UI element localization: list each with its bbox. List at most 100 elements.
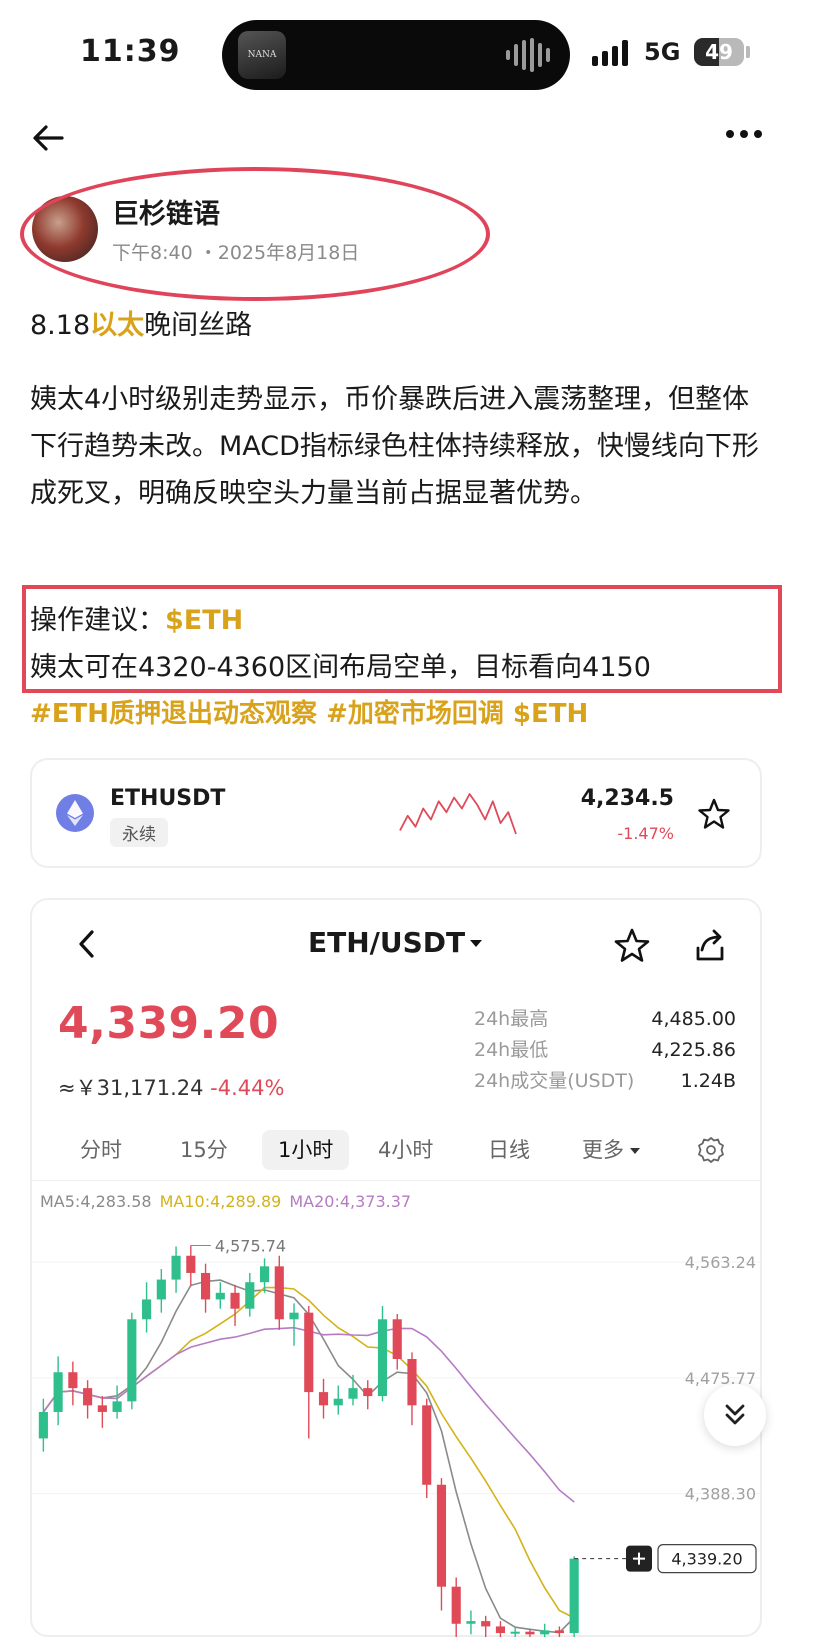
hashtags[interactable]: #ETH质押退出动态观察 #加密市场回调 $ETH [30,693,588,730]
audio-wave-icon [506,38,550,72]
advice-label: 操作建议： [30,605,165,636]
candle-body [274,1266,284,1320]
ma-indicators: MA5:4,283.58 MA10:4,289.89 MA20:4,373.37 [40,1192,411,1211]
star-icon[interactable] [612,926,652,966]
candle-body [245,1282,255,1309]
candle-body [259,1266,270,1283]
ticker-change: -1.47% [617,824,674,843]
trading-pair[interactable]: ETH/USDT [308,926,465,959]
stat-row-volume: 24h成交量(USDT) 1.24B [474,1066,736,1097]
post-title-suffix: 晚间丝路 [144,310,253,341]
candlestick-chart[interactable]: 4,563.244,475.774,388.304,575.744,339.20 [30,1210,762,1637]
last-price-label: 4,339.20 [671,1550,742,1569]
ma20-value: MA20:4,373.37 [289,1192,412,1211]
stat-value: 4,225.86 [651,1039,736,1061]
post-title-prefix: 8.18 [30,310,91,341]
candle-body [230,1292,240,1309]
advice-text: 姨太可在4320-4360区间布局空单，目标看向4150 [30,652,651,683]
candle-body [333,1398,343,1406]
candle-body [68,1372,78,1389]
stat-label: 24h最低 [474,1039,549,1061]
caret-down-icon [630,1148,640,1154]
candle-body [422,1405,432,1485]
tab-1h[interactable]: 1小时 [262,1130,350,1170]
cny-price-line: ≈￥31,171.24 -4.44% [58,1072,284,1102]
candle-body [363,1388,373,1397]
last-price: 4,339.20 [58,998,280,1049]
collapse-button[interactable] [704,1384,766,1446]
candle-body [436,1484,447,1587]
status-bar: 11:39 NANA 5G 49 [0,0,828,110]
tab-timeline[interactable]: 分时 [80,1130,122,1170]
favorite-star-icon[interactable] [696,796,732,832]
tab-more[interactable]: 更多 [582,1130,640,1170]
candle-body [171,1255,181,1280]
tab-more-label: 更多 [582,1138,624,1162]
post-title: 8.18以太晚间丝路 [30,303,252,342]
share-icon[interactable] [690,926,730,966]
more-options-icon[interactable] [726,130,762,138]
post-title-highlight[interactable]: 以太 [90,310,144,341]
post-body: 姨太4小时级别走势显示，币价暴跌后进入震荡整理，但整体下行趋势未改。MACD指标… [30,384,759,509]
candle-body [156,1279,166,1300]
stat-value: 4,485.00 [651,1008,736,1030]
candle-body [569,1558,579,1634]
candle-body [510,1631,520,1634]
tab-15m[interactable]: 15分 [180,1130,228,1170]
candle-body [289,1312,299,1320]
candle-body [540,1630,550,1635]
status-time: 11:39 [80,34,181,69]
price-change-percent: -4.44% [210,1076,285,1100]
candle-body [186,1255,196,1273]
stat-value: 1.24B [680,1070,736,1092]
24h-stats: 24h最高 4,485.00 24h最低 4,225.86 24h成交量(USDT)… [474,1004,736,1097]
stat-label: 24h最高 [474,1008,549,1030]
ma10-value: MA10:4,289.89 [159,1192,282,1211]
ma5-value: MA5:4,283.58 [40,1192,152,1211]
stat-label: 24h成交量(USDT) [474,1070,635,1092]
candle-body [142,1299,152,1320]
candle-body [112,1401,122,1412]
stat-row-low: 24h最低 4,225.86 [474,1035,736,1066]
gear-icon[interactable] [696,1135,726,1165]
candle-body [318,1392,329,1406]
battery-percent: 49 [705,40,733,64]
battery-icon: 49 [694,38,744,66]
candle-body [451,1586,461,1624]
candle-body [554,1630,564,1634]
candle-body [127,1319,137,1402]
advice-line: 操作建议：$ETH [30,598,243,637]
tab-daily[interactable]: 日线 [488,1130,530,1170]
candle-body [97,1405,107,1412]
ethereum-logo-icon [56,794,94,832]
dynamic-island: NANA [222,20,570,90]
candle-body [83,1388,93,1406]
tab-4h[interactable]: 4小时 [378,1130,433,1170]
price-axis-label: 4,563.24 [685,1253,756,1272]
ticker-symbol: ETHUSDT [110,786,226,811]
candle-body [304,1312,314,1393]
candle-body [38,1411,48,1439]
cashtag-eth[interactable]: $ETH [165,605,243,636]
perpetual-badge: 永续 [110,818,168,847]
double-chevron-down-icon [725,1404,745,1425]
price-axis-label: 4,388.30 [685,1485,756,1504]
battery-nub [746,46,750,58]
chart-divider [30,1180,762,1181]
candle-body [495,1626,506,1634]
signal-strength-icon [592,40,628,66]
back-arrow-icon[interactable] [30,118,70,158]
sparkline-path [399,793,517,835]
candle-body [466,1621,476,1624]
candle-body [348,1388,358,1399]
stat-row-high: 24h最高 4,485.00 [474,1004,736,1035]
candle-body [215,1292,225,1300]
chevron-left-icon[interactable] [72,926,102,962]
network-type: 5G [644,38,681,66]
candle-body [407,1359,417,1406]
interval-tabs: 分时 15分 1小时 4小时 日线 更多 [30,1130,762,1170]
now-playing-thumbnail: NANA [238,31,286,79]
candle-body [53,1372,63,1412]
cny-price: ≈￥31,171.24 [58,1076,204,1100]
pair-dropdown-caret-icon[interactable] [470,940,482,947]
